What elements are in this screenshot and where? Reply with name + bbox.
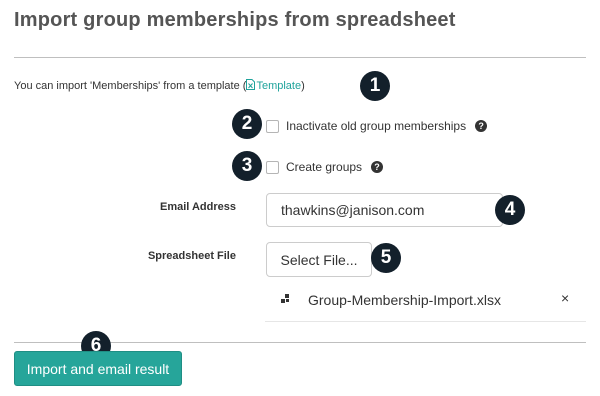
- email-field[interactable]: [266, 193, 503, 227]
- create-groups-checkbox[interactable]: [266, 160, 279, 174]
- callout-badge-2: 2: [232, 109, 262, 139]
- remove-file-icon[interactable]: ×: [561, 290, 569, 306]
- selected-file-row: Group-Membership-Import.xlsx ×: [265, 281, 586, 322]
- spreadsheet-label: Spreadsheet File: [147, 250, 236, 262]
- callout-badge-5: 5: [371, 243, 401, 273]
- header-divider: [14, 57, 586, 58]
- help-icon[interactable]: ?: [475, 120, 488, 132]
- select-file-button[interactable]: Select File...: [266, 242, 372, 277]
- template-link-label: Template: [256, 80, 302, 92]
- spreadsheet-doc-icon: [246, 79, 256, 90]
- template-intro: You can import 'Memberships' from a temp…: [14, 79, 305, 92]
- intro-text: You can import 'Memberships' from a temp…: [14, 80, 247, 92]
- callout-badge-4: 4: [495, 195, 525, 225]
- callout-badge-1: 1: [360, 71, 390, 101]
- page-title: Import group memberships from spreadshee…: [14, 9, 456, 31]
- intro-suffix: ): [301, 80, 305, 92]
- email-label: Email Address: [159, 201, 236, 213]
- create-groups-label: Create groups: [286, 160, 363, 174]
- import-and-email-button[interactable]: Import and email result: [14, 351, 182, 386]
- inactivate-checkbox[interactable]: [266, 119, 279, 133]
- help-icon[interactable]: ?: [371, 161, 384, 173]
- file-drag-icon: [281, 294, 289, 303]
- template-link[interactable]: Template: [246, 79, 302, 92]
- create-groups-option: Create groups ?: [266, 160, 384, 174]
- callout-badge-3: 3: [232, 151, 262, 181]
- inactivate-label: Inactivate old group memberships: [286, 119, 467, 133]
- inactivate-option: Inactivate old group memberships ?: [266, 119, 488, 133]
- file-name: Group-Membership-Import.xlsx: [308, 292, 501, 308]
